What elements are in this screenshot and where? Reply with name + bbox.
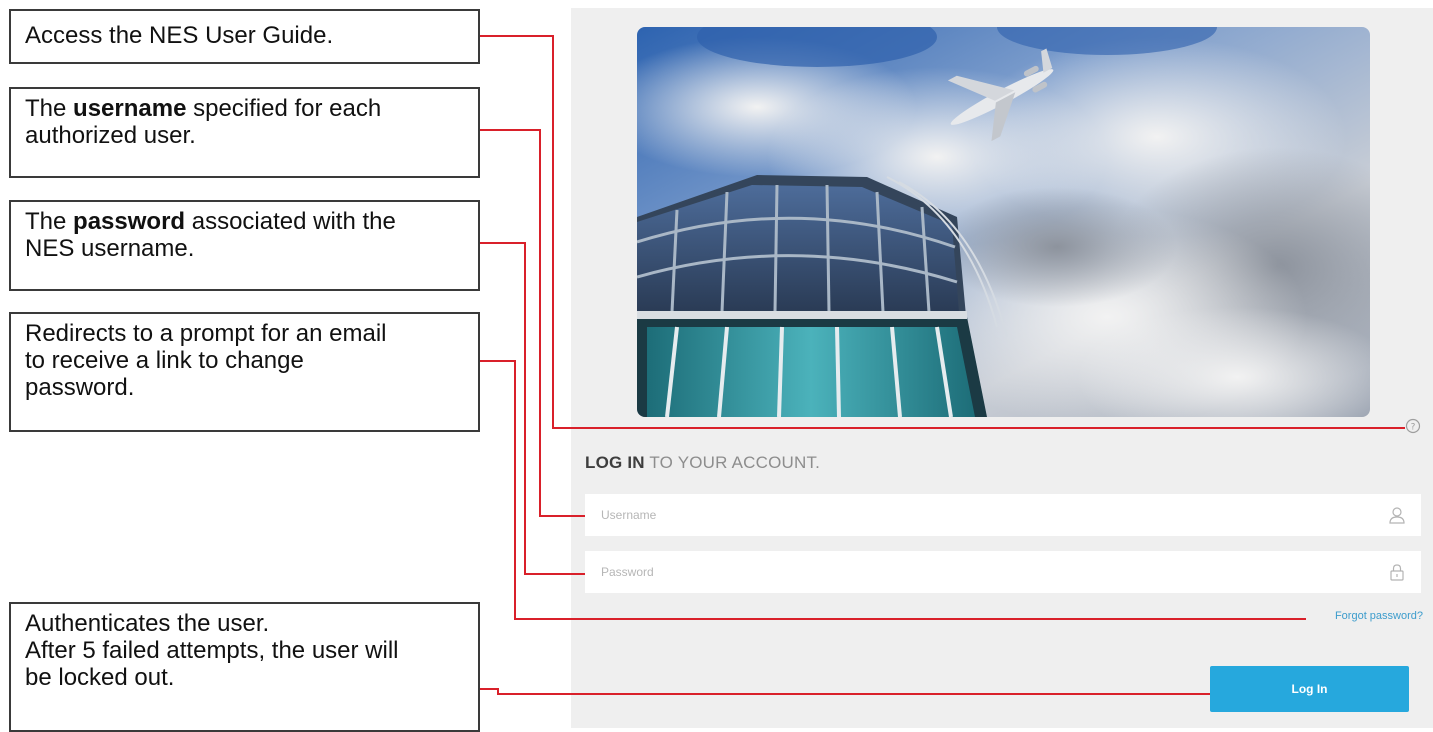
username-input[interactable] — [585, 494, 1421, 536]
password-input[interactable] — [585, 551, 1421, 593]
callout-user-guide: Access the NES User Guide. — [9, 9, 480, 64]
user-icon — [1387, 505, 1407, 525]
hero-image-control-tower — [637, 27, 1370, 417]
login-heading-rest: TO YOUR ACCOUNT. — [644, 453, 821, 472]
callout-username-line1: The username specified for each — [25, 95, 464, 122]
password-field[interactable] — [585, 551, 1421, 593]
callout-username-prefix: The — [25, 95, 74, 122]
callout-username-suffix: specified for each — [186, 95, 382, 122]
svg-text:?: ? — [1411, 423, 1416, 433]
connector-password — [480, 242, 585, 575]
connector-username — [480, 129, 585, 517]
callout-username-line2: authorized user. — [25, 122, 196, 149]
callout-username-bold: username — [73, 95, 187, 122]
callout-password-bold: password — [73, 208, 186, 235]
callout-forgot-password: Redirects to a prompt for an email to re… — [9, 312, 480, 432]
help-icon[interactable]: ? — [1405, 418, 1421, 434]
callout-login-line3: be locked out. — [25, 664, 175, 691]
callout-forgot-line3: password. — [25, 374, 135, 401]
login-heading-strong: LOG IN — [585, 453, 645, 472]
login-heading: LOG IN TO YOUR ACCOUNT. — [585, 453, 820, 473]
callout-password-line2: NES username. — [25, 235, 195, 262]
login-button[interactable]: Log In — [1210, 666, 1409, 712]
username-field[interactable] — [585, 494, 1421, 536]
callout-forgot-line2: to receive a link to change — [25, 347, 304, 374]
forgot-password-link[interactable]: Forgot password? — [1335, 610, 1423, 622]
callout-forgot-line1: Redirects to a prompt for an email — [25, 320, 387, 347]
callout-password-prefix: The — [25, 208, 74, 235]
lock-icon — [1387, 562, 1407, 582]
callout-login-line1: Authenticates the user. — [25, 610, 270, 637]
callout-login-line2: After 5 failed attempts, the user will — [25, 637, 399, 664]
callout-password-line1: The password associated with the — [25, 208, 464, 235]
callout-password-suffix: associated with the — [185, 208, 396, 235]
callout-password: The password associated with the NES use… — [9, 200, 480, 291]
callout-login: Authenticates the user. After 5 failed a… — [9, 602, 480, 732]
callout-username: The username specified for each authoriz… — [9, 87, 480, 178]
callout-user-guide-text: Access the NES User Guide. — [25, 22, 334, 49]
